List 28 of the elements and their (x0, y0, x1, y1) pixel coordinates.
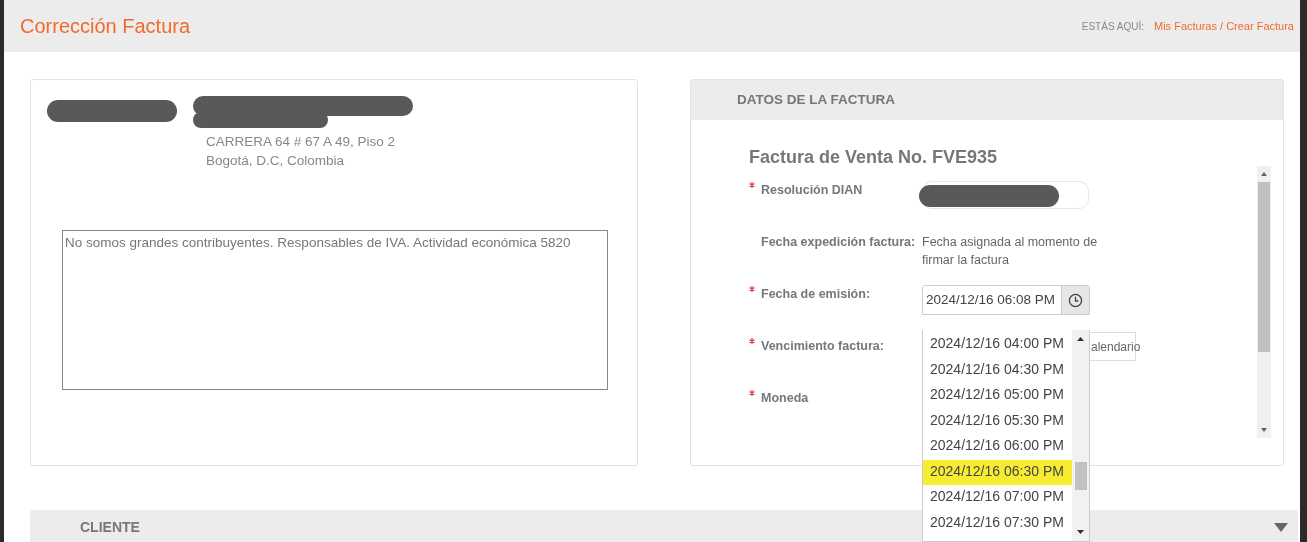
time-option[interactable]: 2024/12/16 05:30 PM (923, 408, 1072, 434)
scrollbar[interactable] (1072, 330, 1089, 541)
clock-button[interactable] (1061, 286, 1089, 314)
field-label: Fecha expedición factura: (761, 235, 916, 249)
resolution-field[interactable] (922, 181, 1089, 209)
address-line: Bogotá, D.C, Colombia (206, 152, 346, 170)
notes-field[interactable]: No somos grandes contribuyentes. Responsables de IVA. Actividad económica 5820 (62, 230, 608, 390)
field-label: Vencimiento factura: (761, 339, 884, 353)
time-option[interactable]: 2024/12/16 06:30 PM (923, 459, 1072, 485)
time-option[interactable]: 2024/12/16 04:30 PM (923, 357, 1072, 383)
time-option[interactable]: 2024/12/16 06:00 PM (923, 434, 1072, 460)
clock-icon (1068, 292, 1083, 308)
invoice-heading: Factura de Venta No. FVE935 (749, 146, 999, 169)
field-label: Moneda (761, 391, 809, 405)
time-option[interactable]: 2024/12/16 07:30 PM (923, 510, 1072, 536)
breadcrumb-label: ESTÁS AQUÍ: (1081, 19, 1144, 34)
page-title: Corrección Factura (20, 14, 191, 39)
address-line: CARRERA 64 # 67 A 49, Piso 2 (206, 133, 397, 151)
time-option[interactable]: 2024/12/16 07:00 PM (923, 485, 1072, 511)
datetime-field[interactable]: 2024/12/16 06:08 PM (922, 285, 1090, 315)
time-option[interactable]: 2024/12/16 05:00 PM (923, 383, 1072, 409)
field-value: Fecha asignada al momento de firmar la factura (922, 234, 1099, 269)
time-option[interactable]: 2024/12/16 04:00 PM (923, 332, 1072, 358)
panel-title: DATOS DE LA FACTURA (737, 90, 895, 109)
scrollbar[interactable] (1257, 166, 1271, 438)
section-title: CLIENTE (80, 517, 140, 537)
field-label: Resolución DIAN (761, 183, 863, 197)
field-label: Fecha de emisión: (761, 287, 871, 301)
